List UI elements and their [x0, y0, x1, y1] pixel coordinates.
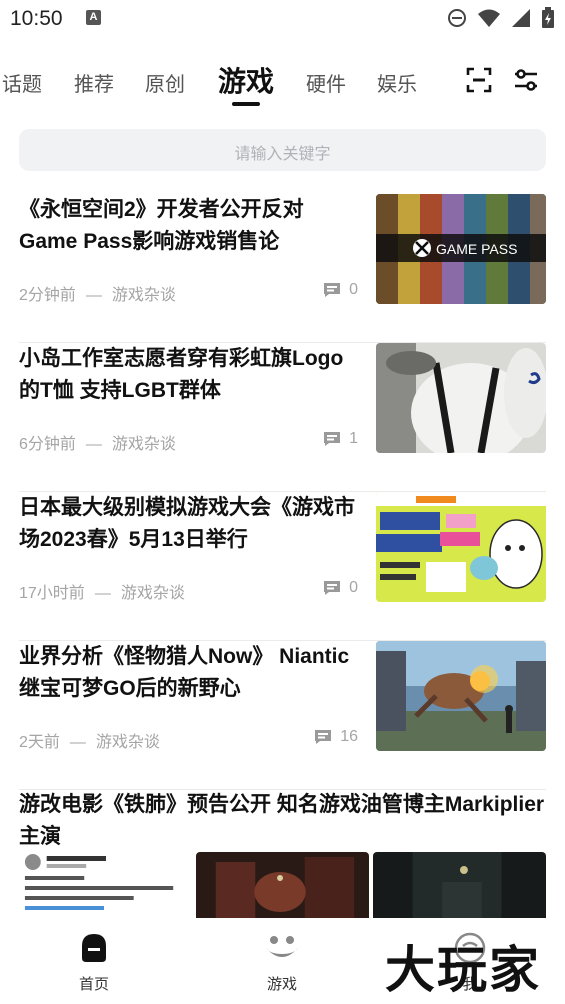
tab-recommended[interactable]: 推荐 — [74, 68, 114, 97]
search-placeholder: 请输入关键字 — [234, 146, 331, 163]
comment-count[interactable]: 0 — [323, 281, 358, 299]
comment-count-value: 1 — [349, 430, 358, 447]
article-meta: 6分钟前 — 游戏杂谈 — [19, 430, 176, 454]
article-title[interactable]: 游改电影《铁肺》预告公开 知名游戏油管博主Markiplier主演 — [19, 789, 546, 853]
article-thumbnail[interactable]: GAME PASS — [376, 194, 546, 304]
article-category[interactable]: 游戏杂谈 — [112, 287, 176, 304]
nav-home[interactable]: 首页 — [54, 932, 134, 994]
tab-games[interactable]: 游戏 — [218, 60, 274, 100]
comment-count[interactable]: 0 — [323, 579, 358, 597]
article-meta: 2分钟前 — 游戏杂谈 — [19, 281, 176, 305]
article-thumbnail[interactable] — [376, 343, 546, 453]
comment-icon — [315, 730, 332, 744]
comment-icon — [324, 432, 341, 446]
article-thumbnail[interactable] — [376, 641, 546, 751]
article-time: 6分钟前 — [19, 436, 76, 453]
status-icons — [447, 7, 555, 29]
article-time: 2分钟前 — [19, 287, 76, 304]
meta-separator: — — [85, 436, 102, 453]
comment-icon — [324, 283, 341, 297]
home-icon — [82, 934, 106, 962]
thumbnail-text: GAME PASS — [436, 241, 517, 257]
wifi-icon — [478, 9, 500, 27]
active-tab-indicator — [232, 102, 260, 106]
search-input[interactable]: 请输入关键字 — [19, 129, 546, 171]
article-thumbnail[interactable] — [376, 492, 546, 602]
status-bar: 10:50 A — [0, 0, 565, 38]
meta-separator: — — [69, 734, 86, 751]
comment-count-value: 0 — [349, 281, 358, 298]
meta-separator: — — [94, 585, 111, 602]
scan-icon[interactable] — [465, 66, 493, 94]
watermark-logo: 大玩家 — [385, 940, 541, 999]
article-title[interactable]: 日本最大级别模拟游戏大会《游戏市场2023春》5月13日举行 — [19, 492, 359, 556]
tab-original[interactable]: 原创 — [145, 68, 185, 97]
nav-home-label: 首页 — [78, 976, 109, 993]
notification-badge-icon: A — [86, 10, 101, 25]
article-title[interactable]: 业界分析《怪物猎人Now》 Niantic继宝可梦GO后的新野心 — [19, 641, 359, 705]
do-not-disturb-icon — [448, 9, 466, 27]
tab-entertainment[interactable]: 娱乐 — [377, 68, 417, 97]
article-time: 17小时前 — [19, 585, 85, 602]
signal-icon — [512, 9, 530, 27]
filter-settings-icon[interactable] — [512, 66, 540, 94]
article-category[interactable]: 游戏杂谈 — [112, 436, 176, 453]
article-meta: 2天前 — 游戏杂谈 — [19, 728, 160, 752]
category-tabs: 话题 推荐 原创 游戏 硬件 娱乐 — [0, 56, 565, 108]
article-category[interactable]: 游戏杂谈 — [96, 734, 160, 751]
tab-topics[interactable]: 话题 — [2, 68, 42, 97]
tab-hardware[interactable]: 硬件 — [306, 68, 346, 97]
article-item[interactable]: 小岛工作室志愿者穿有彩虹旗Logo的T恤 支持LGBT群体 6分钟前 — 游戏杂谈 … — [19, 343, 546, 492]
article-image[interactable] — [19, 852, 192, 922]
game-face-icon — [266, 936, 298, 957]
comment-count[interactable]: 1 — [323, 430, 358, 448]
article-image[interactable] — [373, 852, 546, 922]
article-item[interactable]: 日本最大级别模拟游戏大会《游戏市场2023春》5月13日举行 17小时前 — 游戏杂… — [19, 492, 546, 641]
article-image-strip[interactable] — [19, 852, 546, 922]
comment-count-value: 0 — [349, 579, 358, 596]
article-item[interactable]: 业界分析《怪物猎人Now》 Niantic继宝可梦GO后的新野心 2天前 — 游戏杂… — [19, 641, 546, 790]
meta-separator: — — [85, 287, 102, 304]
article-title[interactable]: 《永恒空间2》开发者公开反对Game Pass影响游戏销售论 — [19, 194, 359, 258]
article-category[interactable]: 游戏杂谈 — [121, 585, 185, 602]
article-meta: 17小时前 — 游戏杂谈 — [19, 579, 185, 603]
battery-charging-icon — [542, 7, 554, 28]
status-time: 10:50 — [10, 7, 63, 30]
article-item[interactable]: 《永恒空间2》开发者公开反对Game Pass影响游戏销售论 2分钟前 — 游戏杂谈… — [19, 194, 546, 343]
article-image[interactable] — [196, 852, 369, 922]
nav-games[interactable]: 游戏 — [242, 932, 322, 994]
nav-games-label: 游戏 — [266, 976, 297, 993]
article-title[interactable]: 小岛工作室志愿者穿有彩虹旗Logo的T恤 支持LGBT群体 — [19, 343, 359, 407]
comment-count[interactable]: 16 — [314, 728, 358, 746]
comment-icon — [324, 581, 341, 595]
comment-count-value: 16 — [340, 728, 358, 745]
article-time: 2天前 — [19, 734, 60, 751]
